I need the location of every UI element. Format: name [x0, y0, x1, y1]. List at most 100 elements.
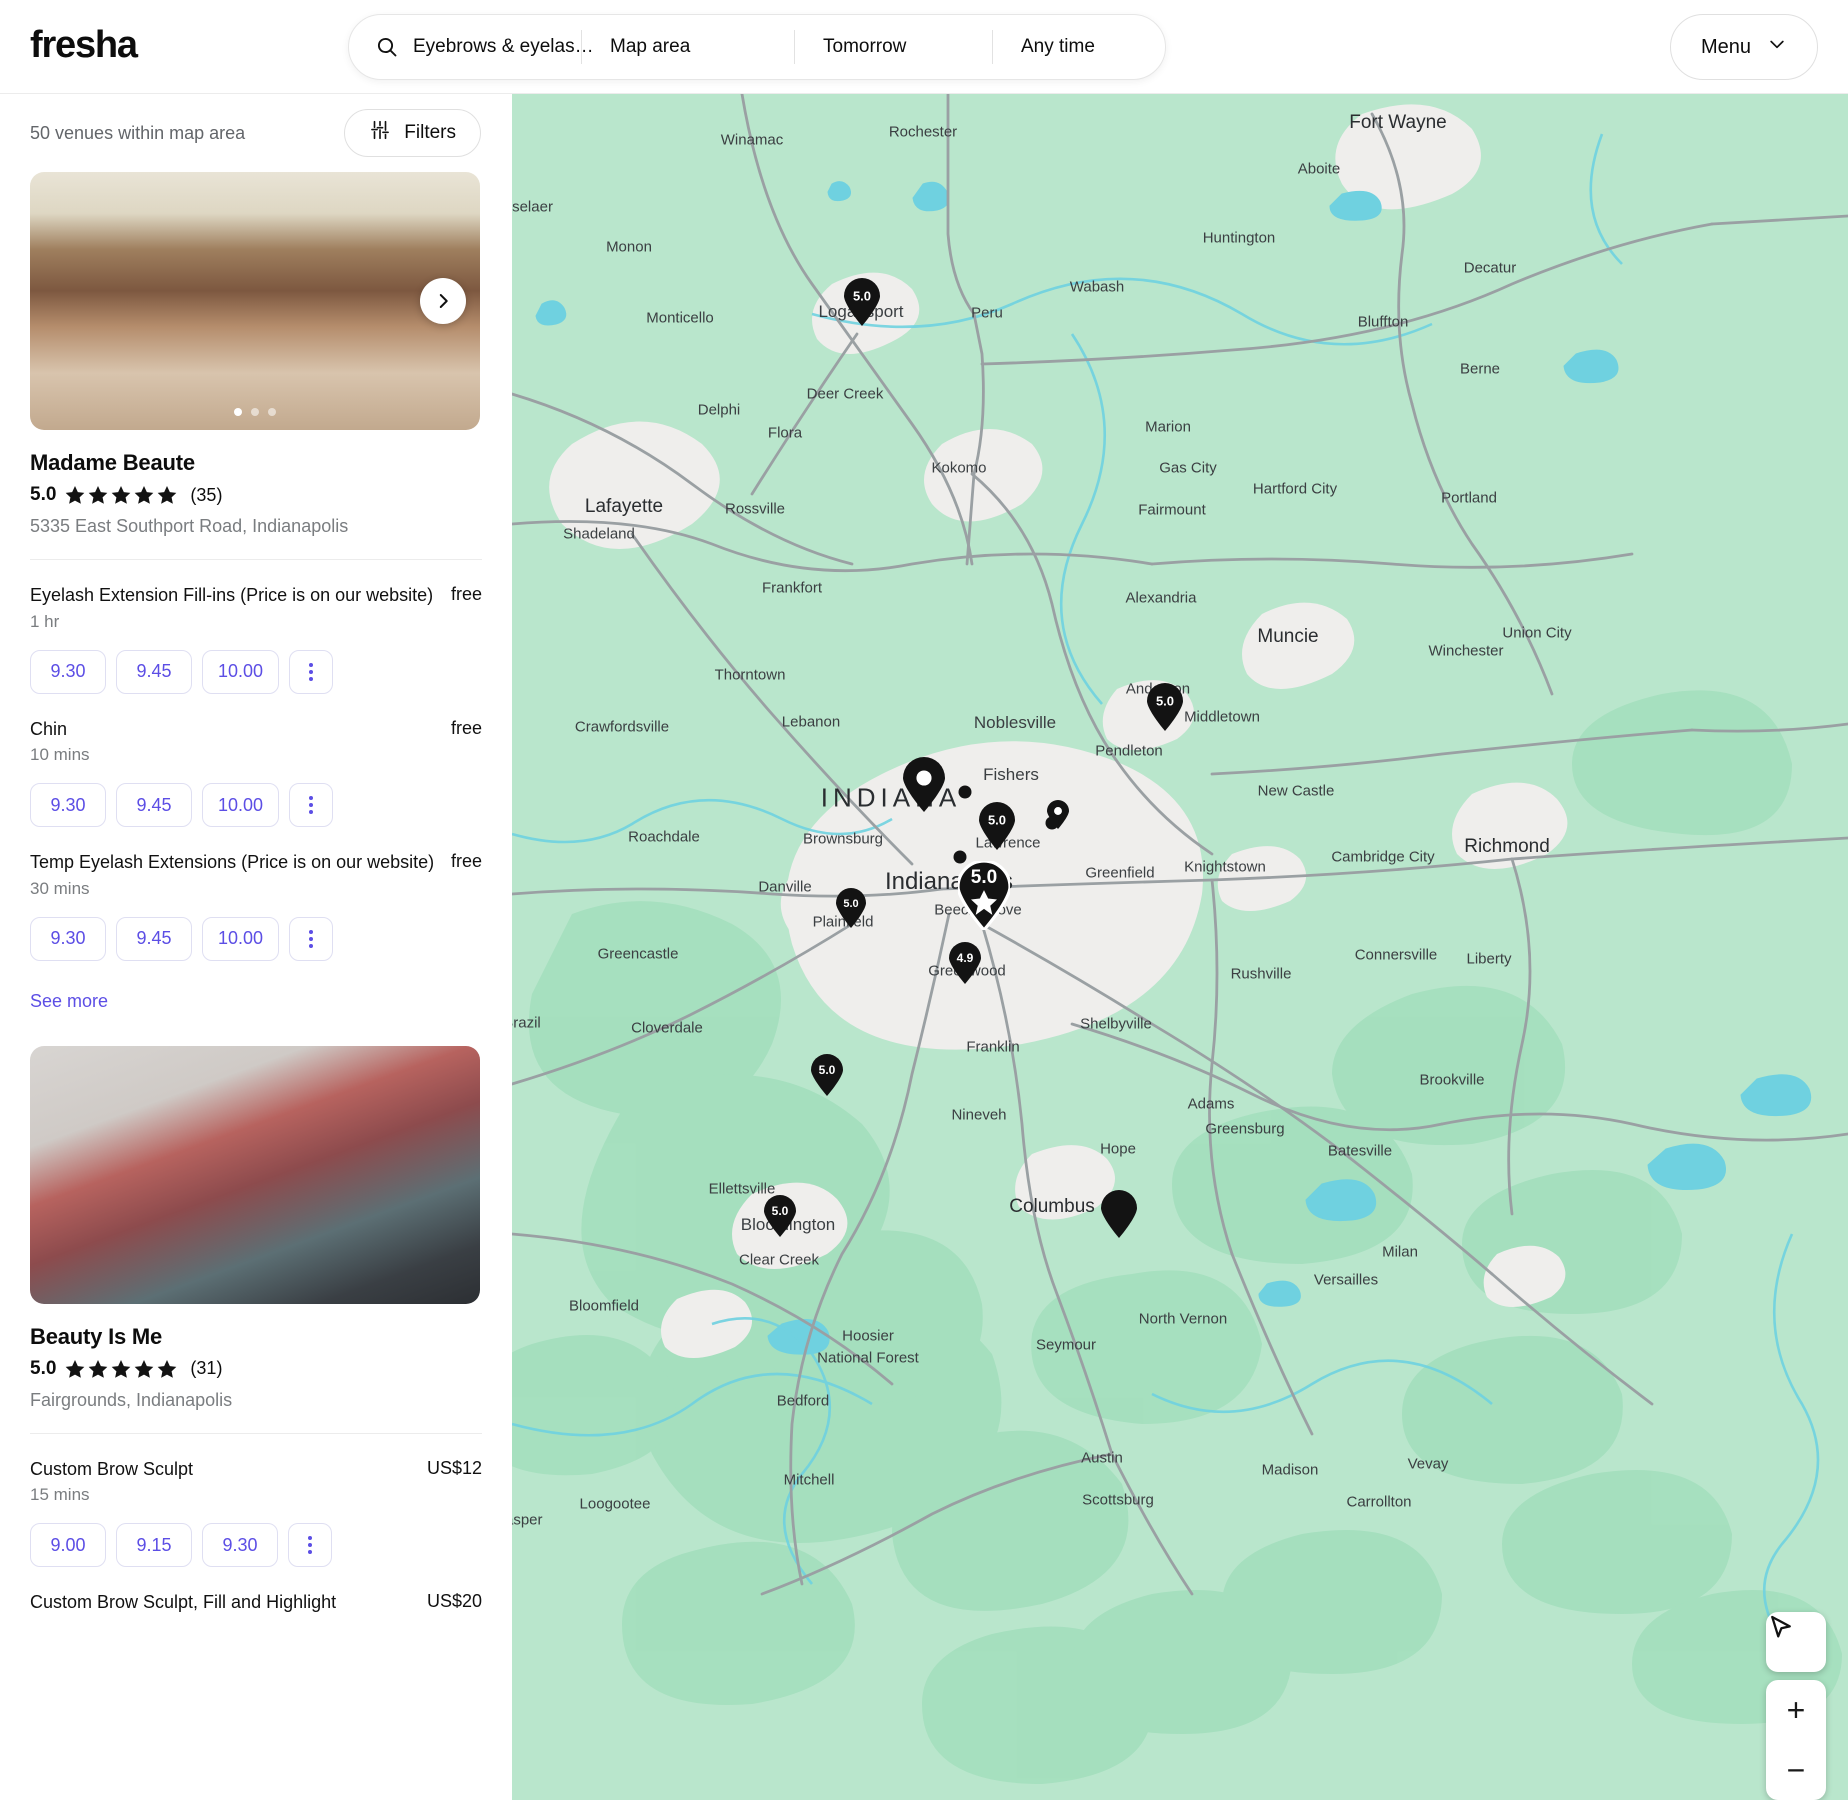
service-name: Temp Eyelash Extensions (Price is on our…	[30, 852, 435, 872]
service-item[interactable]: Custom Brow Sculpt, Fill and Highlight US…	[30, 1567, 482, 1614]
service-price: US$12	[426, 1457, 482, 1478]
service-duration: 10 mins	[30, 745, 90, 764]
more-slots-button[interactable]	[289, 916, 334, 961]
svg-text:5.0: 5.0	[819, 1063, 836, 1077]
time-slot-button[interactable]: 9.45	[116, 783, 192, 827]
service-item[interactable]: Chin free 10 mins 9.30 9.45 10.00	[30, 694, 482, 827]
venue-spacer	[0, 1012, 512, 1046]
star-rating-icons	[64, 1358, 178, 1380]
photo-dots	[234, 408, 276, 416]
star-rating-icons	[64, 484, 178, 506]
time-slot-button[interactable]: 9.45	[116, 916, 192, 961]
time-slot-button[interactable]: 9.00	[30, 1523, 106, 1567]
venue-list: Madame Beaute 5.0 (35) 5335 East Southport …	[0, 172, 512, 1614]
next-photo-button[interactable]	[420, 278, 466, 324]
map-pin[interactable]: 5.0	[844, 278, 880, 326]
chevron-down-icon	[1767, 34, 1787, 60]
time-slot-button[interactable]: 10.00	[202, 783, 280, 827]
see-more-link[interactable]: See more	[30, 991, 482, 1012]
map-pin-selected[interactable]: 5.0	[958, 861, 1010, 930]
map-dot-marker[interactable]	[1045, 816, 1059, 830]
service-name: Custom Brow Sculpt, Fill and Highlight	[30, 1592, 337, 1612]
time-slot-row: 9.30 9.45 10.00	[30, 916, 482, 961]
results-header: 50 venues within map area Filters	[0, 94, 512, 172]
zoom-out-button[interactable]: −	[1766, 1740, 1826, 1800]
service-price: free	[450, 717, 482, 738]
map-pin[interactable]: 5.0	[836, 888, 866, 928]
service-header: Custom Brow Sculpt US$12	[30, 1458, 482, 1481]
service-header: Chin free	[30, 718, 482, 741]
venue-rating: 5.0 (31)	[30, 1358, 482, 1380]
fresha-logo[interactable]: fresha	[30, 24, 138, 67]
time-slot-button[interactable]: 9.45	[116, 649, 192, 694]
svg-text:5.0: 5.0	[1156, 694, 1174, 709]
map-pin[interactable]	[903, 757, 945, 812]
time-slot-button[interactable]: 9.30	[30, 916, 106, 961]
fresha-venue-search-page: fresha Eyebrows & eyelas… Map area Tomor…	[0, 0, 1848, 1800]
time-slot-button[interactable]: 9.30	[202, 1523, 278, 1567]
service-header: Custom Brow Sculpt, Fill and Highlight US…	[30, 1591, 482, 1614]
kebab-menu-icon	[309, 929, 314, 948]
map-pin[interactable]: 5.0	[1147, 683, 1183, 731]
search-time-field[interactable]: Any time	[993, 25, 1163, 69]
venue-photo[interactable]	[30, 1045, 480, 1304]
more-slots-button[interactable]	[289, 783, 334, 827]
map-pin[interactable]: 5.0	[979, 802, 1015, 850]
venue-name[interactable]: Beauty Is Me	[30, 1324, 482, 1350]
search-bar[interactable]: Eyebrows & eyelas… Map area Tomorrow Any…	[348, 14, 1166, 80]
time-slot-row: 9.00 9.15 9.30	[30, 1523, 482, 1567]
filters-button[interactable]: Filters	[344, 109, 481, 157]
service-item[interactable]: Temp Eyelash Extensions (Price is on our…	[30, 827, 482, 961]
venue-card[interactable]: Beauty Is Me 5.0 (31) Fairgrounds, Indianap…	[0, 1045, 512, 1614]
time-slot-button[interactable]: 10.00	[202, 916, 280, 961]
map-canvas	[512, 94, 1848, 1800]
map-pin[interactable]: 5.0	[811, 1054, 843, 1096]
svg-text:5.0: 5.0	[988, 813, 1006, 828]
top-header: fresha Eyebrows & eyelas… Map area Tomor…	[0, 0, 1848, 94]
time-slot-button[interactable]: 9.15	[116, 1523, 192, 1567]
menu-label: Menu	[1700, 35, 1751, 58]
map-pin[interactable]	[1101, 1190, 1137, 1238]
service-price: free	[450, 851, 482, 871]
kebab-menu-icon	[309, 796, 314, 814]
search-area-field[interactable]: Map area	[582, 25, 794, 69]
search-query-text: Eyebrows & eyelas…	[413, 36, 594, 57]
search-query-field[interactable]: Eyebrows & eyelas…	[349, 25, 594, 69]
time-slot-row: 9.30 9.45 10.00	[30, 649, 482, 694]
zoom-in-button[interactable]: +	[1766, 1680, 1826, 1740]
filters-icon	[369, 119, 391, 147]
time-slot-button[interactable]: 9.30	[30, 783, 106, 827]
venue-name[interactable]: Madame Beaute	[30, 450, 482, 476]
venue-photo[interactable]	[30, 172, 480, 430]
time-slot-button[interactable]: 9.30	[30, 649, 106, 694]
venue-card[interactable]: Madame Beaute 5.0 (35) 5335 East Southport …	[0, 172, 512, 1012]
venue-results-sidebar[interactable]: 50 venues within map area Filters Madame…	[0, 94, 512, 1800]
kebab-menu-icon	[309, 662, 314, 681]
rating-value: 5.0	[30, 484, 57, 505]
service-price: free	[450, 584, 482, 604]
time-slot-row: 9.30 9.45 10.00	[30, 783, 482, 827]
svg-text:5.0: 5.0	[772, 1204, 789, 1218]
map-dot-marker[interactable]	[953, 850, 967, 864]
service-item[interactable]: Custom Brow Sculpt US$12 15 mins 9.00 9.15 9.…	[30, 1434, 482, 1567]
more-slots-button[interactable]	[288, 1523, 332, 1567]
service-item[interactable]: Eyelash Extension Fill-ins (Price is on …	[30, 560, 482, 694]
map-pin[interactable]: 5.0	[764, 1195, 796, 1237]
map-zoom-controls[interactable]: + −	[1766, 1680, 1826, 1800]
map-dot-marker[interactable]	[958, 785, 972, 799]
search-icon	[375, 35, 399, 59]
map-panel[interactable]: Fort Wayne Aboite Decatur Huntington Bluffto…	[512, 94, 1848, 1800]
venue-address: Fairgrounds, Indianapolis	[30, 1389, 233, 1410]
search-date-field[interactable]: Tomorrow	[795, 25, 992, 69]
menu-button[interactable]: Menu	[1669, 14, 1818, 80]
map-locate-button[interactable]	[1766, 1612, 1826, 1672]
service-header: Temp Eyelash Extensions (Price is on our…	[30, 851, 482, 874]
search-area-text: Map area	[610, 36, 691, 57]
more-slots-button[interactable]	[289, 649, 334, 694]
filters-label: Filters	[404, 122, 456, 143]
review-count: (31)	[190, 1358, 223, 1378]
time-slot-button[interactable]: 10.00	[202, 649, 280, 694]
service-duration: 15 mins	[30, 1485, 90, 1504]
map-pin[interactable]: 4.9	[949, 942, 981, 984]
svg-text:4.9: 4.9	[957, 951, 974, 965]
